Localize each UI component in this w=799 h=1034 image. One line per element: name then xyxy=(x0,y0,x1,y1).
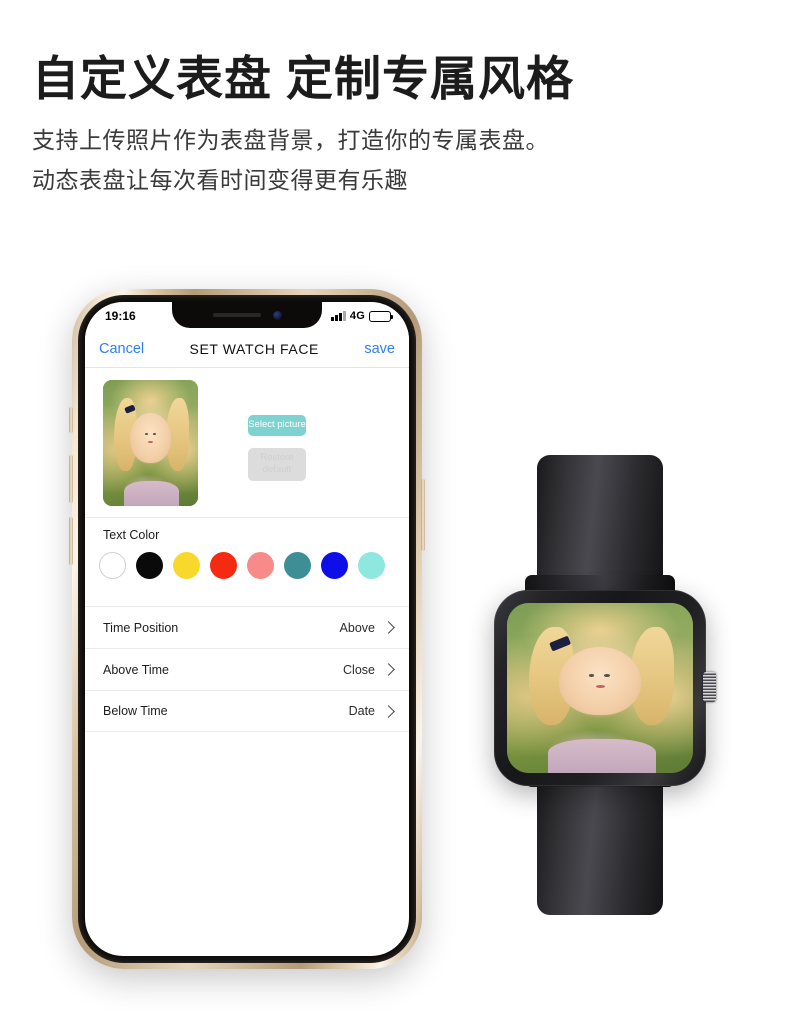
settings-row-value-group: Above xyxy=(339,620,395,635)
color-swatch-black[interactable] xyxy=(136,552,163,579)
status-bar-indicators: 4G xyxy=(331,310,393,322)
battery-icon xyxy=(369,310,393,322)
settings-row-label: Above Time xyxy=(103,662,170,677)
promo-subtitle-line-2: 动态表盘让每次看时间变得更有乐趣 xyxy=(32,167,408,194)
smartwatch-product-render xyxy=(466,455,734,915)
watch-case xyxy=(494,590,716,786)
chevron-right-icon xyxy=(382,704,395,718)
color-swatch-list xyxy=(99,552,409,579)
color-swatch-blue[interactable] xyxy=(321,552,348,579)
nav-bar: Cancel SET WATCH FACE save xyxy=(85,330,409,368)
settings-row[interactable]: Below Time Date xyxy=(85,690,409,732)
photo-dress xyxy=(123,480,179,506)
promo-subtitle: 支持上传照片作为表盘背景，打造你的专属表盘。 动态表盘让每次看时间变得更有乐趣 xyxy=(32,120,752,201)
select-picture-button[interactable]: Select picture xyxy=(248,415,306,436)
phone-notch xyxy=(172,302,322,328)
watch-face-image xyxy=(507,603,693,773)
save-button[interactable]: save xyxy=(364,341,395,357)
front-camera-icon xyxy=(272,310,282,320)
watch-face-photo[interactable] xyxy=(507,603,693,773)
watch-face-preview-photo[interactable] xyxy=(103,380,198,506)
settings-row-label: Time Position xyxy=(103,620,179,635)
watch-photo-eye-left xyxy=(588,674,595,678)
color-swatch-red[interactable] xyxy=(210,552,237,579)
preview-photo-image xyxy=(103,380,198,506)
phone-screen: 19:16 4G Cancel SET WATCH FACE save Sele… xyxy=(85,302,409,956)
settings-row-value: Above xyxy=(339,620,375,635)
color-swatch-teal[interactable] xyxy=(284,552,311,579)
chevron-right-icon xyxy=(382,663,395,676)
text-color-section: Text Color xyxy=(85,518,409,606)
settings-row[interactable]: Time Position Above xyxy=(85,606,409,648)
watch-photo-mouth xyxy=(595,685,605,688)
volume-down-button[interactable] xyxy=(69,517,73,565)
color-swatch-yellow[interactable] xyxy=(173,552,200,579)
chevron-right-icon xyxy=(382,621,395,634)
watch-photo-dress xyxy=(547,739,656,773)
power-button[interactable] xyxy=(421,479,425,551)
phone-mockup: 19:16 4G Cancel SET WATCH FACE save Sele… xyxy=(69,289,425,969)
picture-section: Select picture Restore default xyxy=(85,369,409,518)
text-color-label: Text Color xyxy=(103,528,160,542)
mute-switch[interactable] xyxy=(69,407,73,433)
watch-photo-eye-right xyxy=(604,674,610,678)
volume-up-button[interactable] xyxy=(69,455,73,503)
status-bar-time: 19:16 xyxy=(105,309,136,323)
settings-row-value-group: Close xyxy=(343,662,395,677)
watch-photo-face xyxy=(559,647,641,716)
photo-face xyxy=(129,412,172,464)
settings-row-label: Below Time xyxy=(103,704,168,718)
picture-action-buttons: Select picture Restore default xyxy=(248,415,306,481)
cancel-button[interactable]: Cancel xyxy=(99,341,144,357)
settings-row[interactable]: Above Time Close xyxy=(85,648,409,690)
color-swatch-aqua[interactable] xyxy=(358,552,385,579)
page-title: 自定义表盘 定制专属风格 xyxy=(32,52,575,105)
settings-row-value: Close xyxy=(343,662,375,677)
settings-row-value-group: Date xyxy=(348,704,395,718)
earpiece-speaker-icon xyxy=(212,313,261,317)
promo-subtitle-line-1: 支持上传照片作为表盘背景，打造你的专属表盘。 xyxy=(32,127,549,154)
color-swatch-pink[interactable] xyxy=(247,552,274,579)
screen-title: SET WATCH FACE xyxy=(189,340,319,357)
restore-default-button[interactable]: Restore default xyxy=(248,447,306,481)
photo-mouth xyxy=(148,440,153,443)
color-swatch-white[interactable] xyxy=(99,552,126,579)
promo-copy-block: 自定义表盘 定制专属风格 支持上传照片作为表盘背景，打造你的专属表盘。 动态表盘… xyxy=(32,52,752,201)
photo-eye-right xyxy=(152,432,156,436)
signal-bars-icon xyxy=(331,311,346,321)
settings-row-value: Date xyxy=(348,704,375,718)
network-type-label: 4G xyxy=(349,310,365,322)
crown-button-icon[interactable] xyxy=(703,672,716,702)
photo-eye-left xyxy=(144,432,148,436)
settings-row-list: Time Position Above Above Time Close Below T… xyxy=(85,606,409,732)
